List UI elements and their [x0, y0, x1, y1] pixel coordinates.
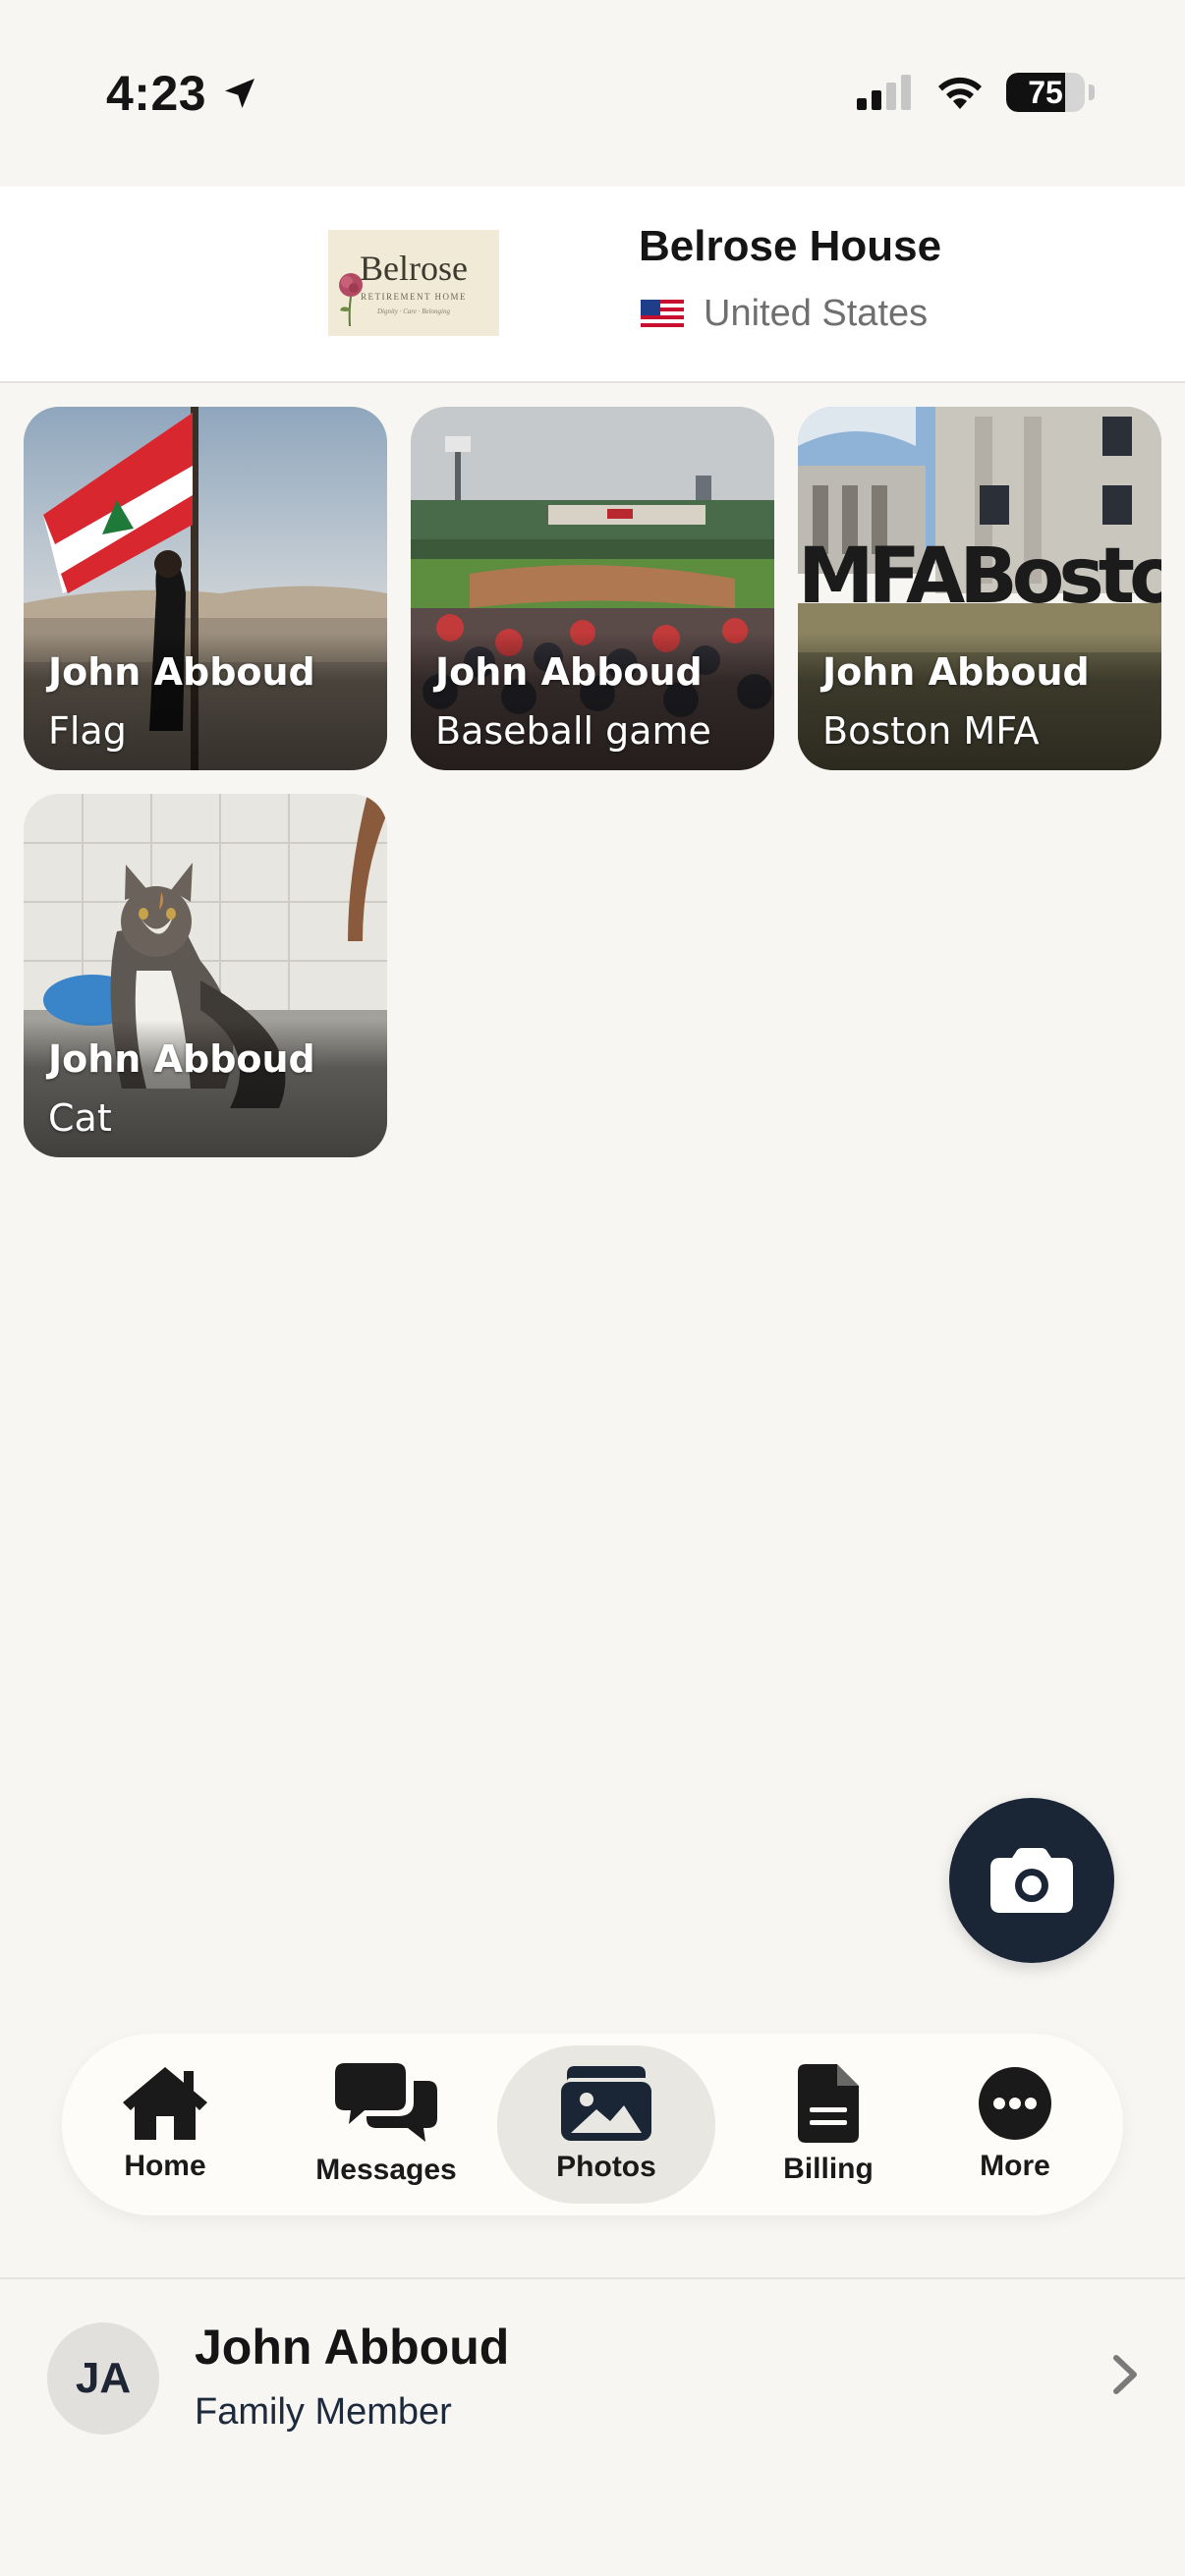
user-name: John Abboud [195, 2320, 510, 2375]
camera-upload-button[interactable] [949, 1798, 1114, 1963]
us-flag-icon [641, 299, 684, 329]
battery-percent: 75 [1028, 74, 1063, 110]
facility-logo[interactable]: Belrose RETIREMENT HOME Dignity · Care ·… [328, 230, 499, 336]
tab-billing[interactable]: Billing [750, 2045, 907, 2204]
status-indicators: 75 [857, 73, 1095, 112]
facility-header: Belrose RETIREMENT HOME Dignity · Care ·… [0, 187, 1185, 383]
facility-country: United States [641, 293, 928, 335]
home-icon [123, 2066, 207, 2140]
billing-icon [798, 2063, 859, 2143]
photo-card[interactable]: John Abboud Baseball game [411, 407, 774, 770]
location-arrow-icon [225, 79, 255, 108]
photos-icon [561, 2065, 651, 2141]
avatar: JA [47, 2323, 159, 2435]
user-role: Family Member [195, 2391, 452, 2433]
photo-card[interactable]: MFABoston John Abboud Boston MFA [798, 407, 1161, 770]
camera-icon [990, 1848, 1073, 1913]
tab-label: More [980, 2149, 1050, 2182]
more-icon [979, 2066, 1051, 2140]
logo-tagline: Dignity · Care · Belonging [376, 308, 450, 315]
status-bar: 4:23 75 [0, 0, 1185, 187]
chevron-right-icon[interactable] [1112, 2354, 1138, 2395]
logo-subtitle: RETIREMENT HOME [360, 292, 468, 302]
tab-photos[interactable]: Photos [497, 2045, 715, 2204]
photo-owner: John Abboud [822, 650, 1090, 694]
wifi-icon [938, 77, 982, 109]
mfa-sign-text: MFABoston [798, 532, 1161, 621]
tab-label: Home [124, 2149, 206, 2182]
country-name: United States [704, 293, 929, 334]
photo-owner: John Abboud [48, 1037, 315, 1081]
tab-label: Billing [783, 2152, 874, 2185]
battery-nub [1089, 84, 1095, 100]
tab-home[interactable]: Home [82, 2045, 249, 2204]
photo-card[interactable]: John Abboud Flag [24, 407, 387, 770]
status-time: 4:23 [106, 65, 259, 122]
photo-title: Baseball game [435, 709, 711, 753]
battery-icon: 75 [1006, 73, 1085, 112]
photo-title: Boston MFA [822, 709, 1040, 753]
current-user-bar[interactable]: JA John Abboud Family Member [0, 2277, 1185, 2576]
tab-messages[interactable]: Messages [288, 2045, 484, 2204]
status-time-text: 4:23 [106, 66, 207, 121]
photo-owner: John Abboud [435, 650, 703, 694]
photo-card[interactable]: John Abboud Cat [24, 794, 387, 1157]
messages-icon [335, 2062, 437, 2142]
bottom-tab-bar: Home Messages Photos Billing More [62, 2034, 1123, 2215]
tab-label: Photos [556, 2150, 656, 2183]
photo-title: Flag [48, 709, 127, 753]
tab-label: Messages [315, 2153, 457, 2186]
rose-logo-icon [339, 273, 363, 327]
cellular-signal-icon [857, 75, 911, 110]
logo-word: Belrose [360, 249, 468, 288]
facility-name: Belrose House [639, 222, 942, 270]
photo-owner: John Abboud [48, 650, 315, 694]
tab-more[interactable]: More [946, 2045, 1084, 2204]
photo-title: Cat [48, 1096, 112, 1140]
